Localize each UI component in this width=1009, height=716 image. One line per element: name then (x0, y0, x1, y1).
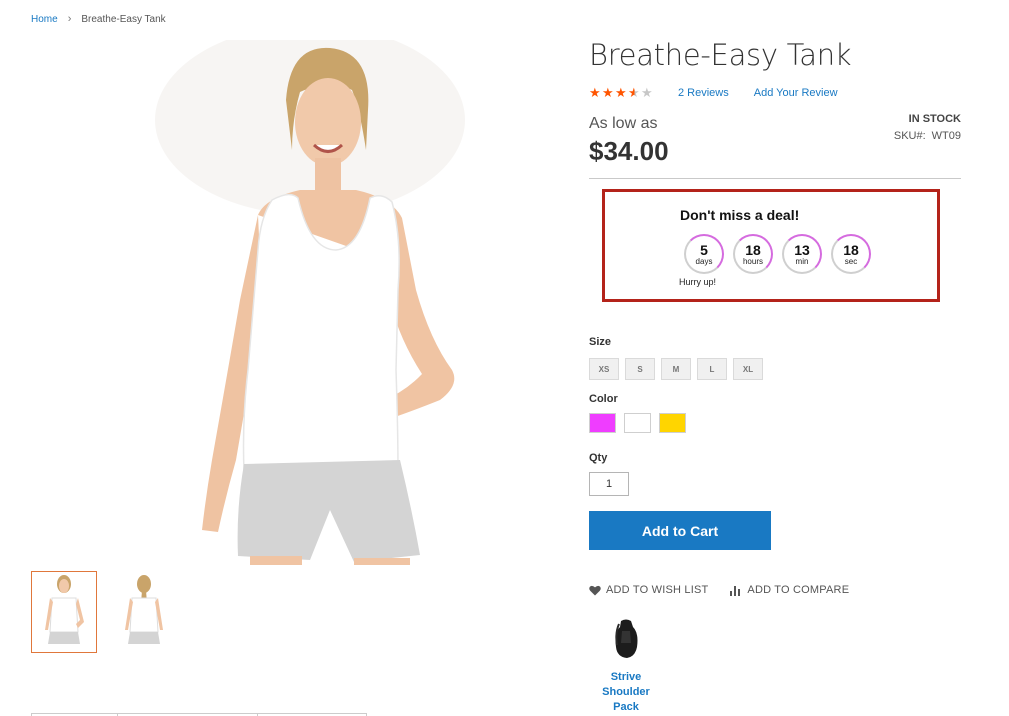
countdown-seconds: 18 sec (831, 234, 871, 274)
product-actions: ADD TO WISH LIST ADD TO COMPARE (589, 584, 849, 596)
star-half-icon: ★ (628, 85, 640, 100)
countdown-seconds-unit: sec (844, 256, 858, 266)
breadcrumb-current: Breathe-Easy Tank (81, 13, 166, 25)
deal-title: Don't miss a deal! (680, 207, 800, 223)
sku-label: SKU#: (893, 130, 926, 142)
qty-input[interactable] (589, 472, 629, 496)
product-sku: SKU#: WT09 (894, 130, 961, 142)
color-swatch-white[interactable] (624, 413, 651, 433)
add-review-link[interactable]: Add Your Review (754, 87, 838, 99)
rating-stars: ★ ★ ★ ★ ★ (589, 86, 654, 99)
breadcrumb-home-link[interactable]: Home (31, 14, 58, 25)
countdown-days: 5 days (684, 234, 724, 274)
compare-bars-icon (730, 585, 741, 596)
size-option-xl[interactable]: XL (733, 358, 763, 380)
color-label: Color (589, 393, 618, 405)
countdown-days-unit: days (695, 256, 713, 266)
countdown-minutes: 13 min (782, 234, 822, 274)
thumbnail-back[interactable] (111, 571, 177, 653)
countdown-hours-unit: hours (742, 256, 763, 266)
countdown-seconds-value: 18 (843, 241, 859, 258)
related-product[interactable]: Strive Shoulder Pack (589, 619, 663, 715)
product-main-image[interactable] (140, 25, 480, 565)
countdown-days-value: 5 (700, 241, 708, 258)
star-full-icon: ★ (615, 85, 627, 100)
reviews-link[interactable]: 2 Reviews (678, 87, 729, 99)
gallery-thumbnails (31, 571, 177, 653)
price-divider (589, 178, 961, 179)
heart-icon (589, 585, 601, 595)
qty-label: Qty (589, 452, 608, 464)
deal-note: Hurry up! (679, 277, 717, 287)
related-product-name: Strive Shoulder Pack (602, 671, 650, 713)
size-option-xs[interactable]: XS (589, 358, 619, 380)
compare-label: ADD TO COMPARE (747, 584, 850, 596)
countdown-minutes-unit: min (795, 256, 809, 266)
product-rating: ★ ★ ★ ★ ★ 2 Reviews Add Your Review (589, 86, 838, 99)
product-price: $34.00 (589, 136, 669, 166)
countdown-hours: 18 hours (733, 234, 773, 274)
color-swatch-yellow[interactable] (659, 413, 686, 433)
wishlist-label: ADD TO WISH LIST (606, 584, 709, 596)
color-options (589, 413, 686, 433)
countdown-minutes-value: 13 (794, 241, 810, 258)
add-to-wishlist-link[interactable]: ADD TO WISH LIST (589, 584, 708, 596)
thumbnail-front[interactable] (31, 571, 97, 653)
star-full-icon: ★ (602, 85, 614, 100)
star-full-icon: ★ (589, 85, 601, 100)
sku-value: WT09 (931, 130, 961, 142)
star-empty-icon: ★ (641, 85, 653, 100)
add-to-compare-link[interactable]: ADD TO COMPARE (730, 584, 849, 596)
deal-countdown-box: Don't miss a deal! 5 days 18 hours 13 mi… (602, 189, 940, 302)
size-option-l[interactable]: L (697, 358, 727, 380)
breadcrumb: Home › Breathe-Easy Tank (31, 13, 166, 25)
gallery-divider (31, 713, 367, 716)
countdown-hours-value: 18 (745, 241, 761, 258)
shoulder-pack-image (615, 619, 638, 658)
add-to-cart-button[interactable]: Add to Cart (589, 511, 771, 550)
product-title: Breathe-Easy Tank (589, 38, 852, 72)
size-label: Size (589, 336, 612, 348)
size-options: XS S M L XL (589, 358, 763, 380)
size-option-s[interactable]: S (625, 358, 655, 380)
countdown-timer: 5 days 18 hours 13 min 18 sec (684, 234, 871, 274)
breadcrumb-chevron-icon: › (67, 13, 72, 25)
stock-status: IN STOCK (908, 113, 961, 125)
size-option-m[interactable]: M (661, 358, 691, 380)
as-low-as-label: As low as (589, 115, 658, 132)
color-swatch-purple[interactable] (589, 413, 616, 433)
